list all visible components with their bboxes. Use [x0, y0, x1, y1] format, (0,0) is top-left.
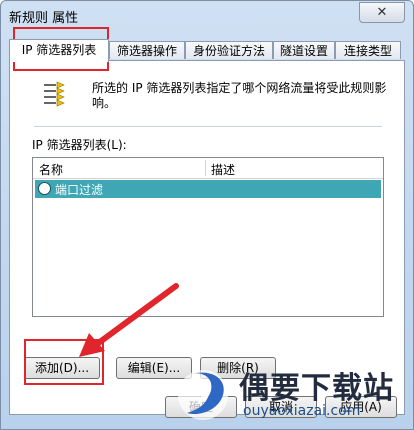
- column-separator[interactable]: [205, 160, 206, 176]
- separator: [34, 126, 382, 127]
- list-item[interactable]: 端口过滤: [35, 180, 381, 198]
- tab-connection-type[interactable]: 连接类型: [335, 41, 401, 59]
- close-icon: ✕: [376, 5, 388, 20]
- tab-filter-action[interactable]: 筛选器操作: [109, 41, 185, 59]
- close-button[interactable]: ✕: [359, 2, 405, 23]
- tab-ip-filter-list[interactable]: IP 筛选器列表: [9, 39, 109, 62]
- column-description[interactable]: 描述: [211, 161, 235, 178]
- filter-list-description: 所选的 IP 筛选器列表指定了哪个网络流量将受此规则影响。: [92, 81, 387, 110]
- watermark-url: ouyaoxiazai.com: [243, 403, 361, 419]
- watermark-brand: 偶要下载站: [239, 371, 394, 406]
- window-title: 新规则 属性: [9, 11, 79, 26]
- column-name[interactable]: 名称: [39, 161, 63, 178]
- tab-authentication-methods[interactable]: 身份验证方法: [185, 41, 273, 59]
- tab-tunnel-settings[interactable]: 隧道设置: [273, 41, 335, 59]
- site-logo-icon: [178, 370, 228, 420]
- title-bar[interactable]: 新规则 属性 ✕: [1, 1, 413, 29]
- radio-button[interactable]: [38, 182, 51, 195]
- filter-list-icon: [44, 81, 65, 107]
- filter-list-label: IP 筛选器列表(L):: [32, 138, 127, 152]
- pointer-arrow-icon: [79, 283, 179, 357]
- list-header: 名称 描述: [33, 158, 383, 179]
- list-item-name: 端口过滤: [55, 183, 104, 197]
- site-watermark: 偶要下载站 ouyaoxiazai.com: [169, 357, 413, 429]
- tab-strip: IP 筛选器列表 筛选器操作 身份验证方法 隧道设置 连接类型: [9, 39, 405, 62]
- properties-window: 新规则 属性 ✕ IP 筛选器列表 筛选器操作 身份验证方法 隧道设置 连接类型: [0, 0, 414, 430]
